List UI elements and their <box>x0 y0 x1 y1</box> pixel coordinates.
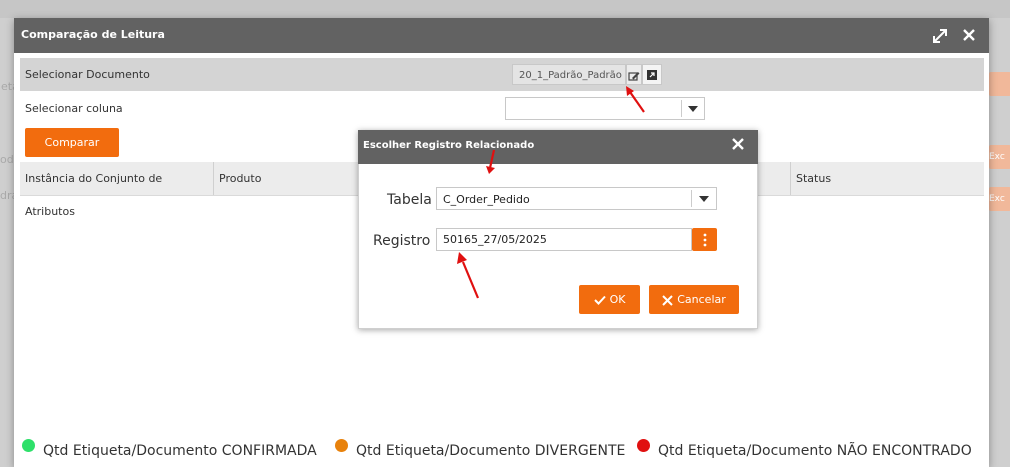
tabela-value: C_Order_Pedido <box>443 193 530 206</box>
legend-item-divergent: Qtd Etiqueta/Documento DIVERGENTE <box>335 439 640 459</box>
choose-related-record-dialog: Escolher Registro Relacionado Tabela C_O… <box>358 130 758 329</box>
ok-button[interactable]: OK <box>579 285 640 314</box>
tabela-dropdown[interactable]: C_Order_Pedido <box>436 187 717 210</box>
ok-label: OK <box>609 293 626 306</box>
chevron-down-icon <box>699 196 709 202</box>
pencil-icon <box>628 72 640 81</box>
dialog-title: Comparação de Leitura <box>21 28 165 41</box>
cancel-button[interactable]: Cancelar <box>649 285 739 314</box>
compare-button[interactable]: Comparar <box>25 128 119 157</box>
edit-document-button[interactable] <box>626 64 642 85</box>
background-button <box>989 72 1010 96</box>
zoom-document-button[interactable] <box>642 64 662 85</box>
open-record-icon <box>647 70 657 80</box>
column-header-status[interactable]: Status <box>790 162 984 195</box>
background-top-strip <box>0 0 1010 18</box>
close-icon[interactable] <box>731 137 745 155</box>
sub-dialog-title: Escolher Registro Relacionado <box>363 140 535 151</box>
close-icon[interactable] <box>962 28 976 46</box>
registro-label: Registro <box>373 233 431 249</box>
cancel-label: Cancelar <box>677 293 726 306</box>
background-button: Exc <box>989 145 1010 169</box>
tabela-label: Tabela <box>387 192 432 208</box>
select-column-label: Selecionar coluna <box>25 102 123 115</box>
registro-options-button[interactable] <box>692 228 717 251</box>
dialog-header: Comparação de Leitura <box>14 18 989 53</box>
registro-field[interactable]: 50165_27/05/2025 <box>436 228 692 251</box>
document-field[interactable]: 20_1_Padrão_Padrão <box>512 64 626 85</box>
orange-dot-icon <box>335 439 348 452</box>
column-header-attribute-set[interactable]: Instância do Conjunto de Atributos <box>20 162 213 218</box>
select-document-label: Selecionar Documento <box>25 68 150 81</box>
legend-item-not-found: Qtd Etiqueta/Documento NÃO ENCONTRADO <box>637 439 989 459</box>
select-document-row: Selecionar Documento 20_1_Padrão_Padrão <box>20 58 984 91</box>
check-icon <box>593 295 606 305</box>
sub-dialog-header: Escolher Registro Relacionado <box>358 130 758 164</box>
close-icon <box>662 294 673 306</box>
background-button: Exc <box>989 187 1010 211</box>
select-column-dropdown[interactable] <box>505 97 705 120</box>
red-dot-icon <box>637 439 650 452</box>
maximize-icon[interactable] <box>932 28 948 48</box>
legend-item-confirmed: Qtd Etiqueta/Documento CONFIRMADA <box>22 439 332 459</box>
dropdown-separator <box>691 190 692 207</box>
chevron-down-icon <box>688 106 698 112</box>
dropdown-separator <box>681 100 682 117</box>
kebab-menu-icon <box>703 233 706 247</box>
green-dot-icon <box>22 439 35 452</box>
